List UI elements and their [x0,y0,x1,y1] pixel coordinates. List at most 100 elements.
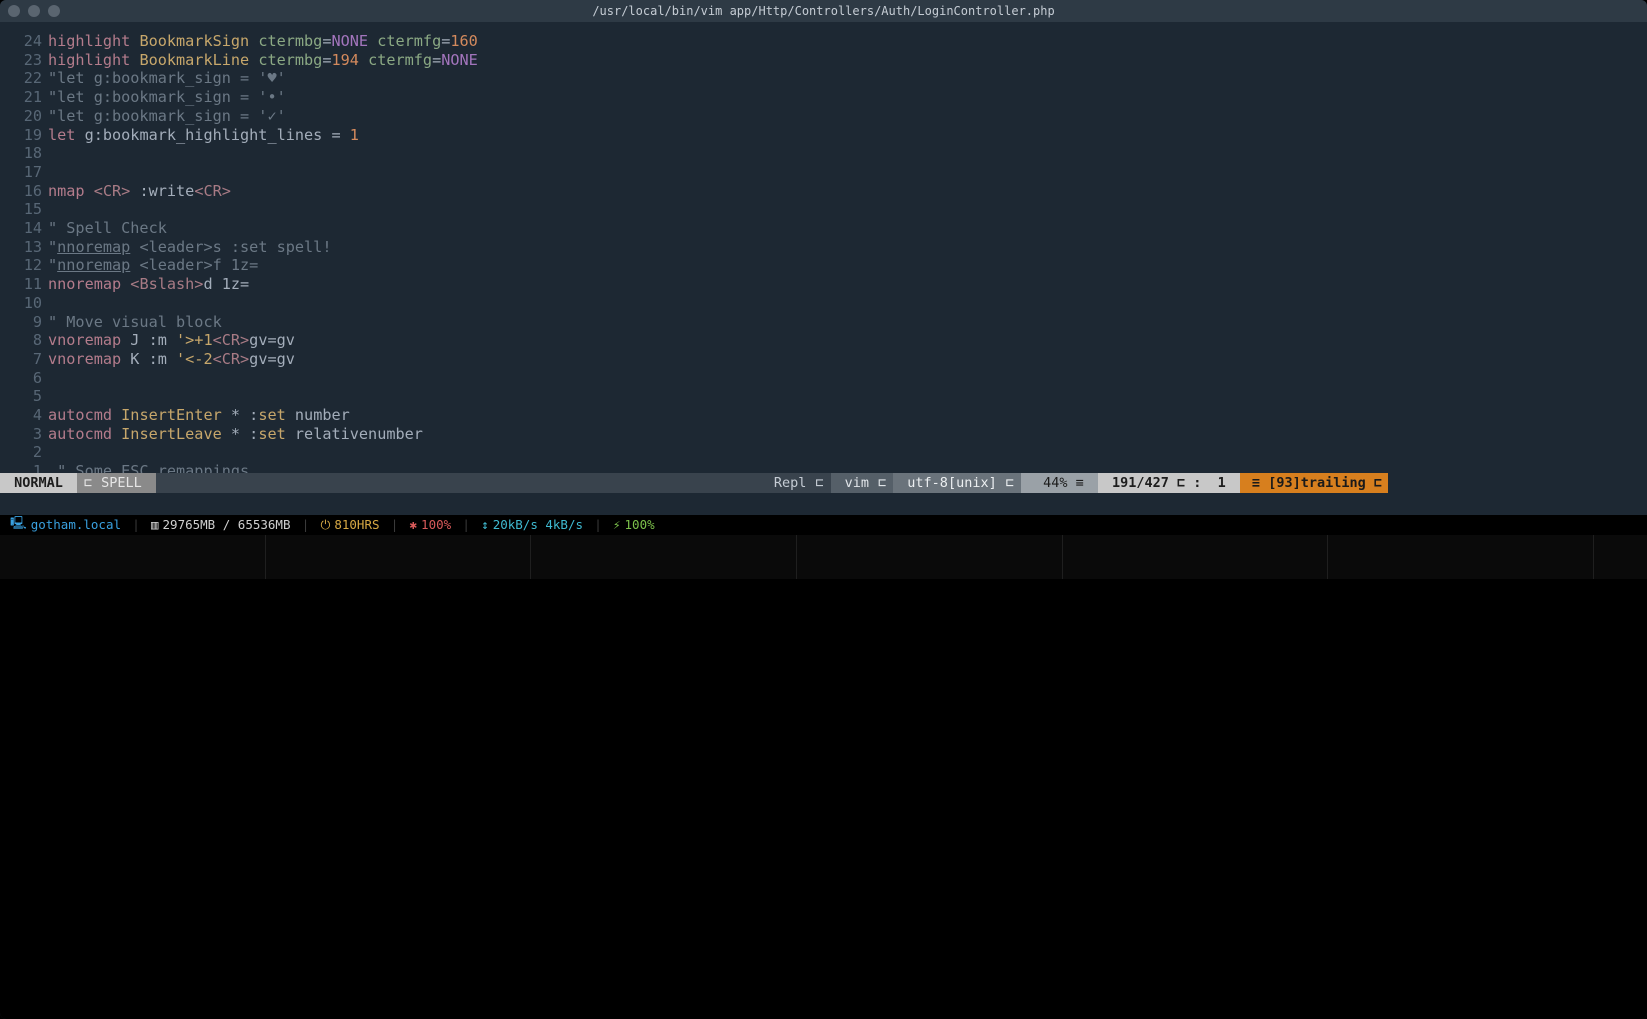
line-number: 15 [0,200,48,219]
cpu-label: 100% [421,517,451,532]
editor-line[interactable]: 6 [0,369,1647,388]
traffic-lights [8,5,60,17]
editor-line[interactable]: 20"let g:bookmark_sign = '✓' [0,107,1647,126]
editor-line[interactable]: 14" Spell Check [0,219,1647,238]
vim-statusline: NORMAL ⊏ SPELL ⊏⎇ ~/.vimrc.local Repl ⊏ … [0,473,1388,493]
line-code[interactable]: " Move visual block [48,313,1647,332]
percent-segment: 44% ≡ [1021,473,1098,493]
net-icon: ↕ [481,517,489,532]
editor-line[interactable]: 18 [0,144,1647,163]
line-number: 17 [0,163,48,182]
encoding-segment: utf-8[unix] ⊏ [893,473,1021,493]
window-titlebar: /usr/local/bin/vim app/Http/Controllers/… [0,0,1647,22]
battery-label: 810HRS [334,517,379,532]
editor-line[interactable]: 16nmap <CR> :write<CR> [0,182,1647,201]
tmux-pane-col[interactable] [266,535,532,579]
line-code[interactable]: highlight BookmarkSign ctermbg=NONE cter… [48,32,1647,51]
editor-line[interactable]: 10 [0,294,1647,313]
editor-line[interactable]: 1 " Some ESC remappings [0,462,1647,472]
editor-line[interactable]: 17 [0,163,1647,182]
line-code[interactable] [48,144,1647,163]
wifi-icon: ⚡ [613,517,621,532]
tmux-pane-col[interactable] [1594,535,1647,579]
close-icon[interactable] [8,5,20,17]
tmux-pane-col[interactable] [531,535,797,579]
editor-line[interactable]: 2 [0,443,1647,462]
line-number: 10 [0,294,48,313]
line-number: 12 [0,256,48,275]
cpu-chip: ✱ 100% [406,517,456,532]
line-code[interactable]: nnoremap <Bslash>d 1z= [48,275,1647,294]
line-number: 16 [0,182,48,201]
line-code[interactable]: vnoremap J :m '>+1<CR>gv=gv [48,331,1647,350]
line-number: 6 [0,369,48,388]
line-number: 19 [0,126,48,145]
host-icon: 🖳 [10,514,27,535]
line-code[interactable]: highlight BookmarkLine ctermbg=194 cterm… [48,51,1647,70]
editor-line[interactable]: 3autocmd InsertLeave * :set relativenumb… [0,425,1647,444]
line-code[interactable]: nmap <CR> :write<CR> [48,182,1647,201]
filetype-label: vim [837,475,878,491]
line-code[interactable]: "nnoremap <leader>s :set spell! [48,238,1647,257]
editor-line[interactable]: 22"let g:bookmark_sign = '♥' [0,69,1647,88]
line-code[interactable]: let g:bookmark_highlight_lines = 1 [48,126,1647,145]
mem-icon: ▥ [151,517,159,532]
mem-label: 29765MB / 65536MB [163,517,291,532]
line-code[interactable] [48,294,1647,313]
editor-line[interactable]: 24highlight BookmarkSign ctermbg=NONE ct… [0,32,1647,51]
line-code[interactable] [48,443,1647,462]
line-code[interactable]: "let g:bookmark_sign = '•' [48,88,1647,107]
editor-line[interactable]: 19let g:bookmark_highlight_lines = 1 [0,126,1647,145]
line-code[interactable]: " Some ESC remappings [48,462,1647,472]
line-code[interactable] [48,387,1647,406]
trailing-label: [93]trailing [1260,475,1374,491]
cpu-icon: ✱ [410,517,418,532]
trailing-warning: ≡ [93]trailing ⊏ [1246,473,1388,493]
tmux-pane-col[interactable] [797,535,1063,579]
line-number: 11 [0,275,48,294]
wifi-label: 100% [625,517,655,532]
editor-line[interactable]: 7vnoremap K :m '<-2<CR>gv=gv [0,350,1647,369]
line-code[interactable] [48,163,1647,182]
wifi-chip: ⚡ 100% [609,517,659,532]
line-code[interactable]: "nnoremap <leader>f 1z= [48,256,1647,275]
editor-line[interactable]: 8vnoremap J :m '>+1<CR>gv=gv [0,331,1647,350]
minimize-icon[interactable] [28,5,40,17]
editor-pane[interactable]: 24highlight BookmarkSign ctermbg=NONE ct… [0,22,1647,473]
editor-line[interactable]: 15 [0,200,1647,219]
line-number: 24 [0,32,48,51]
editor-line[interactable]: 13"nnoremap <leader>s :set spell! [0,238,1647,257]
line-code[interactable]: autocmd InsertLeave * :set relativenumbe… [48,425,1647,444]
line-code[interactable]: autocmd InsertEnter * :set number [48,406,1647,425]
editor-line[interactable]: 4autocmd InsertEnter * :set number [0,406,1647,425]
host-label: gotham.local [31,517,121,532]
line-number: 13 [0,238,48,257]
line-number: 23 [0,51,48,70]
net-chip: ↕ 20kB/s 4kB/s [477,517,587,532]
line-code[interactable]: " Spell Check [48,219,1647,238]
host-chip: 🖳 gotham.local [6,514,125,535]
editor-line[interactable]: 9" Move visual block [0,313,1647,332]
tmux-pane-col[interactable] [0,535,266,579]
line-number: 1 [0,462,48,472]
footer-fill [0,579,1647,1019]
line-code[interactable]: vnoremap K :m '<-2<CR>gv=gv [48,350,1647,369]
line-code[interactable] [48,200,1647,219]
line-code[interactable] [48,369,1647,388]
editor-line[interactable]: 11nnoremap <Bslash>d 1z= [0,275,1647,294]
tmux-pane-col[interactable] [1063,535,1329,579]
tmux-statusbar: 🖳 gotham.local | ▥ 29765MB / 65536MB | ⏻… [0,515,1647,535]
editor-line[interactable]: 23highlight BookmarkLine ctermbg=194 cte… [0,51,1647,70]
editor-line[interactable]: 21"let g:bookmark_sign = '•' [0,88,1647,107]
editor-line[interactable]: 5 [0,387,1647,406]
mem-chip: ▥ 29765MB / 65536MB [147,517,294,532]
zoom-icon[interactable] [48,5,60,17]
tmux-pane-col[interactable] [1328,535,1594,579]
line-number: 2 [0,443,48,462]
line-code[interactable]: "let g:bookmark_sign = '♥' [48,69,1647,88]
line-number: 5 [0,387,48,406]
editor-line[interactable]: 12"nnoremap <leader>f 1z= [0,256,1647,275]
line-code[interactable]: "let g:bookmark_sign = '✓' [48,107,1647,126]
repl-segment: Repl ⊏ [768,473,831,493]
line-number: 3 [0,425,48,444]
